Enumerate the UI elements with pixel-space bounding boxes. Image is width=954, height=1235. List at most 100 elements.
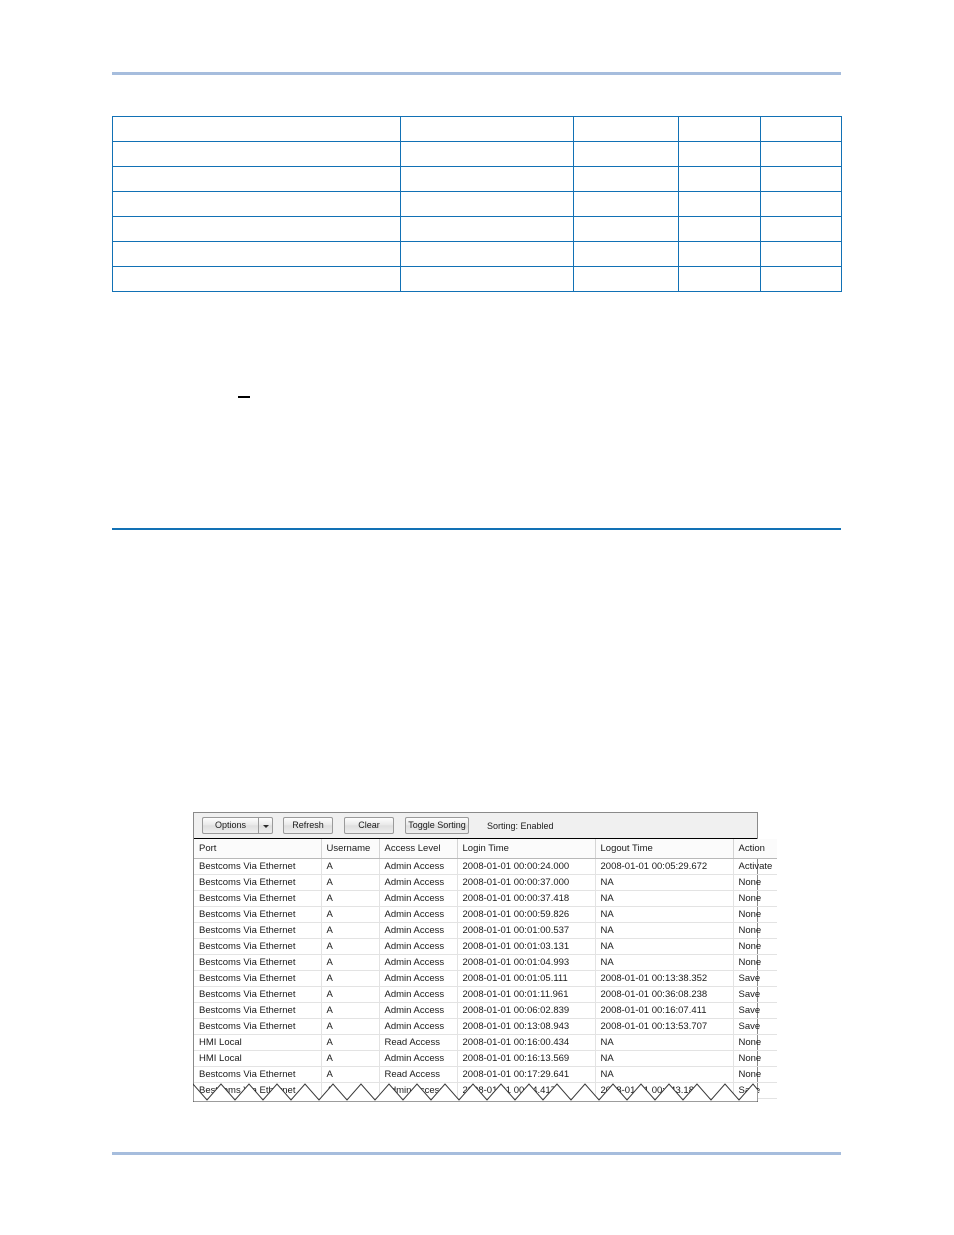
table-cell: 2008-01-01 00:13:08.943 bbox=[457, 1018, 596, 1035]
table-cell: 2008-01-01 00:06:02.839 bbox=[457, 1002, 596, 1019]
table-cell: Save bbox=[733, 1018, 777, 1035]
table-cell: Admin Access bbox=[379, 1050, 458, 1067]
table-cell: A bbox=[321, 1018, 380, 1035]
table-cell: NA bbox=[595, 1034, 734, 1051]
options-button[interactable]: Options bbox=[202, 817, 258, 834]
table-cell: A bbox=[321, 858, 380, 875]
document-table bbox=[112, 116, 842, 292]
access-log-header-row[interactable]: Port Username Access Level Login Time Logout… bbox=[194, 839, 777, 859]
table-cell: NA bbox=[595, 1050, 734, 1067]
document-table-row bbox=[112, 116, 842, 142]
table-cell: Save bbox=[733, 970, 777, 987]
column-header-port[interactable]: Port bbox=[194, 839, 322, 859]
table-cell: Admin Access bbox=[379, 1018, 458, 1035]
stray-dash-mark bbox=[238, 396, 250, 398]
document-table-cell bbox=[678, 141, 761, 167]
table-cell: A bbox=[321, 938, 380, 955]
table-cell: Bestcoms Via Ethernet bbox=[194, 970, 322, 987]
table-cell: Bestcoms Via Ethernet bbox=[194, 954, 322, 971]
document-table-cell bbox=[573, 241, 679, 267]
document-table-cell bbox=[112, 166, 401, 192]
table-cell: 2008-01-01 00:01:04.993 bbox=[457, 954, 596, 971]
table-cell: NA bbox=[595, 922, 734, 939]
document-table-cell bbox=[400, 266, 574, 292]
column-header-access-level[interactable]: Access Level bbox=[379, 839, 458, 859]
table-cell: Activate bbox=[733, 858, 777, 875]
table-row[interactable]: Bestcoms Via EthernetAAdmin Access2008-0… bbox=[194, 906, 777, 923]
table-cell: 2008-01-01 00:00:24.000 bbox=[457, 858, 596, 875]
table-row[interactable]: Bestcoms Via EthernetAAdmin Access2008-0… bbox=[194, 1018, 777, 1035]
table-cell: 2008-01-01 00:01:05.111 bbox=[457, 970, 596, 987]
column-header-login-time[interactable]: Login Time bbox=[457, 839, 596, 859]
document-table-cell bbox=[573, 191, 679, 217]
refresh-button[interactable]: Refresh bbox=[283, 817, 333, 834]
table-cell: NA bbox=[595, 890, 734, 907]
document-table-row bbox=[112, 241, 842, 267]
table-row[interactable]: HMI Local A Admin Access 2008-01-01 00:16:1… bbox=[194, 1050, 777, 1067]
document-table-cell bbox=[678, 266, 761, 292]
access-log-table: Port Username Access Level Login Time Logout… bbox=[194, 839, 777, 1099]
table-cell: Admin Access bbox=[379, 938, 458, 955]
table-row[interactable]: Bestcoms Via EthernetAAdmin Access2008-0… bbox=[194, 970, 777, 987]
table-cell: A bbox=[321, 1050, 380, 1067]
table-cell: None bbox=[733, 1050, 777, 1067]
table-row[interactable]: Bestcoms Via EthernetAAdmin Access2008-0… bbox=[194, 922, 777, 939]
table-row[interactable]: Bestcoms Via EthernetAAdmin Access2008-0… bbox=[194, 874, 777, 891]
table-cell: A bbox=[321, 986, 380, 1003]
table-cell: None bbox=[733, 874, 777, 891]
document-table-cell bbox=[112, 191, 401, 217]
table-cell: A bbox=[321, 890, 380, 907]
table-cell: Bestcoms Via Ethernet bbox=[194, 1018, 322, 1035]
table-cell: A bbox=[321, 922, 380, 939]
table-cell: Bestcoms Via Ethernet bbox=[194, 1002, 322, 1019]
table-row[interactable]: Bestcoms Via EthernetAAdmin Access2008-0… bbox=[194, 938, 777, 955]
table-cell: Admin Access bbox=[379, 922, 458, 939]
column-header-username[interactable]: Username bbox=[321, 839, 380, 859]
table-cell: Bestcoms Via Ethernet bbox=[194, 858, 322, 875]
table-cell: Admin Access bbox=[379, 890, 458, 907]
document-table-cell bbox=[112, 241, 401, 267]
page-footer-rule bbox=[112, 1152, 841, 1155]
table-cell: 2008-01-01 00:01:00.537 bbox=[457, 922, 596, 939]
options-dropdown-button[interactable] bbox=[258, 817, 273, 834]
document-table-cell bbox=[400, 241, 574, 267]
table-cell: A bbox=[321, 1002, 380, 1019]
document-table-cell bbox=[760, 216, 842, 242]
table-cell: Bestcoms Via Ethernet bbox=[194, 874, 322, 891]
table-cell: A bbox=[321, 1034, 380, 1051]
table-row[interactable]: Bestcoms Via EthernetAAdmin Access2008-0… bbox=[194, 1002, 777, 1019]
table-cell: Admin Access bbox=[379, 954, 458, 971]
table-cell: A bbox=[321, 970, 380, 987]
document-table-cell bbox=[760, 166, 842, 192]
table-cell: 2008-01-01 00:01:03.131 bbox=[457, 938, 596, 955]
table-cell: NA bbox=[595, 954, 734, 971]
table-cell: Admin Access bbox=[379, 874, 458, 891]
table-cell: A bbox=[321, 906, 380, 923]
table-cell: 2008-01-01 00:00:59.826 bbox=[457, 906, 596, 923]
table-row[interactable]: Bestcoms Via EthernetAAdmin Access2008-0… bbox=[194, 954, 777, 971]
document-table-row bbox=[112, 216, 842, 242]
table-cell: Bestcoms Via Ethernet bbox=[194, 986, 322, 1003]
column-header-logout-time[interactable]: Logout Time bbox=[595, 839, 734, 859]
table-cell: 2008-01-01 00:13:53.707 bbox=[595, 1018, 734, 1035]
column-header-action[interactable]: Action bbox=[733, 839, 777, 859]
toggle-sorting-button[interactable]: Toggle Sorting bbox=[405, 817, 469, 834]
table-row[interactable]: Bestcoms Via EthernetAAdmin Access2008-0… bbox=[194, 858, 777, 875]
document-table-cell bbox=[112, 216, 401, 242]
document-table-cell bbox=[678, 166, 761, 192]
table-cell: Bestcoms Via Ethernet bbox=[194, 922, 322, 939]
table-cell: Admin Access bbox=[379, 1002, 458, 1019]
table-cell: None bbox=[733, 890, 777, 907]
clear-button[interactable]: Clear bbox=[344, 817, 394, 834]
table-row[interactable]: Bestcoms Via EthernetAAdmin Access2008-0… bbox=[194, 890, 777, 907]
section-divider-rule bbox=[112, 528, 841, 530]
document-table-cell bbox=[760, 266, 842, 292]
document-table-cell bbox=[400, 191, 574, 217]
table-cell: 2008-01-01 00:16:13.569 bbox=[457, 1050, 596, 1067]
table-cell: 2008-01-01 00:00:37.000 bbox=[457, 874, 596, 891]
document-table-cell bbox=[573, 166, 679, 192]
table-row[interactable]: HMI Local A Read Access 2008-01-01 00:16:00… bbox=[194, 1034, 777, 1051]
table-cell: None bbox=[733, 938, 777, 955]
table-row[interactable]: Bestcoms Via EthernetAAdmin Access2008-0… bbox=[194, 986, 777, 1003]
table-cell: Bestcoms Via Ethernet bbox=[194, 906, 322, 923]
